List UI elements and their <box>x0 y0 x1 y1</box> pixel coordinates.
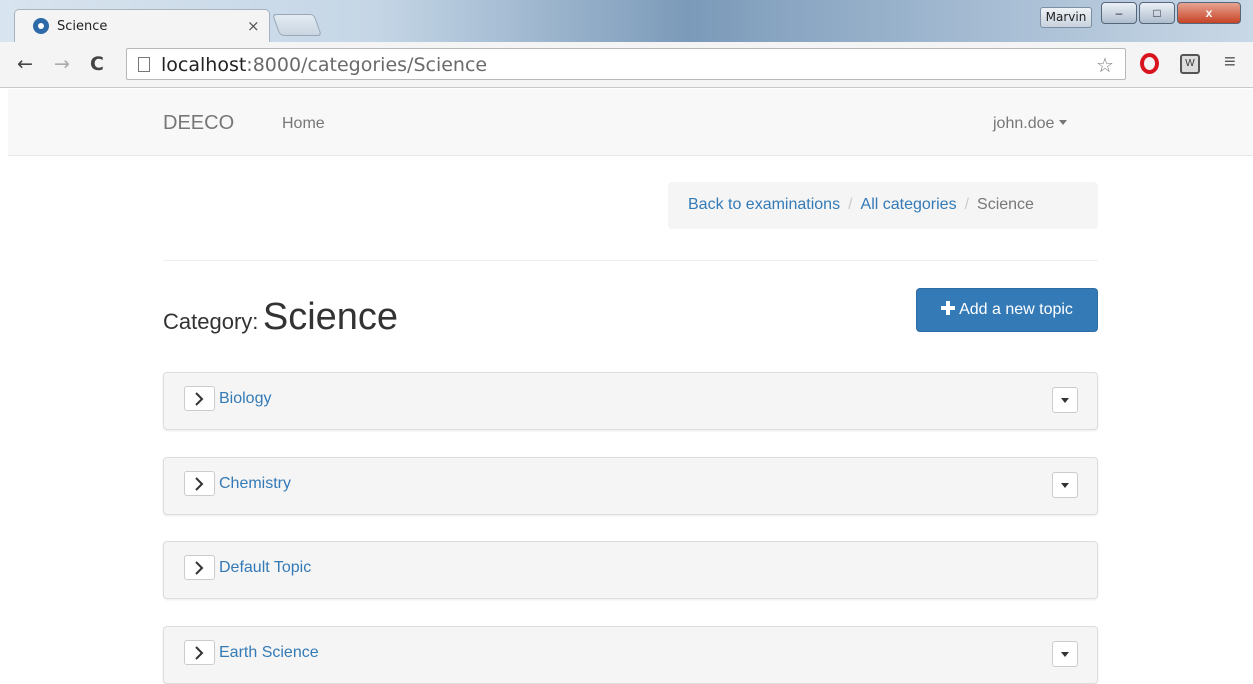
page-icon <box>138 57 150 72</box>
maximize-button[interactable]: □ <box>1139 2 1175 24</box>
browser-toolbar: ← → C localhost:8000/categories/Science <box>0 42 1253 88</box>
add-topic-button[interactable]: Add a new topic <box>916 288 1098 332</box>
topic-panel: Chemistry <box>163 457 1098 515</box>
topic-menu-button[interactable] <box>1052 641 1078 667</box>
chevron-right-icon <box>195 646 204 660</box>
breadcrumb-separator: / <box>848 196 853 213</box>
topic-menu-button[interactable] <box>1052 387 1078 413</box>
expand-button[interactable] <box>184 471 215 496</box>
breadcrumb-separator: / <box>964 196 970 213</box>
caret-down-icon <box>1059 120 1068 125</box>
caret-down-icon <box>1061 398 1069 403</box>
minimize-button[interactable]: – <box>1101 2 1137 24</box>
forward-arrow-icon[interactable]: → <box>54 53 70 75</box>
breadcrumb-categories-link[interactable]: All categories <box>861 196 957 213</box>
chrome-menu-icon[interactable]: ≡ <box>1224 51 1236 74</box>
breadcrumb: Back to examinations / All categories / Scie… <box>668 182 1098 229</box>
profile-button[interactable]: Marvin <box>1040 7 1092 28</box>
page-title-name: Science <box>262 296 399 338</box>
bookmark-star-icon[interactable]: ☆ <box>1096 53 1114 78</box>
topic-link[interactable]: Earth Science <box>219 644 319 662</box>
tab-title: Science <box>57 19 108 34</box>
divider <box>163 260 1098 261</box>
topic-link[interactable]: Chemistry <box>219 475 291 493</box>
breadcrumb-examinations-link[interactable]: Back to examinations <box>688 196 840 213</box>
expand-button[interactable] <box>184 386 215 411</box>
app-navbar: DEECO Home john.doe <box>8 89 1253 156</box>
nav-home-link[interactable]: Home <box>282 115 325 133</box>
topic-link[interactable]: Default Topic <box>219 559 311 577</box>
page-title-label: Category: <box>163 309 259 334</box>
topic-menu-button[interactable] <box>1052 472 1078 498</box>
new-tab-button[interactable] <box>271 14 323 36</box>
brand-link[interactable]: DEECO <box>163 112 234 135</box>
back-arrow-icon[interactable]: ← <box>17 53 33 75</box>
url-text: localhost:8000/categories/Science <box>161 54 488 76</box>
extension-icon[interactable]: W <box>1180 54 1200 74</box>
chevron-right-icon <box>195 392 204 406</box>
expand-button[interactable] <box>184 555 215 580</box>
address-bar[interactable]: localhost:8000/categories/Science <box>126 48 1126 80</box>
page-title: Category: Science <box>163 296 398 339</box>
topic-panel: Default Topic <box>163 541 1098 599</box>
caret-down-icon <box>1061 652 1069 657</box>
reload-icon[interactable]: C <box>90 53 104 75</box>
topic-panel: Earth Science <box>163 626 1098 684</box>
browser-tab[interactable]: Science × <box>14 9 270 43</box>
topic-link[interactable]: Biology <box>219 390 271 408</box>
expand-button[interactable] <box>184 640 215 665</box>
caret-down-icon <box>1061 483 1069 488</box>
tab-close-icon[interactable]: × <box>247 17 260 35</box>
breadcrumb-current: Science <box>977 196 1034 213</box>
chevron-right-icon <box>195 477 204 491</box>
close-window-button[interactable]: x <box>1177 2 1241 24</box>
user-dropdown[interactable]: john.doe <box>993 115 1068 133</box>
chevron-right-icon <box>195 561 204 575</box>
site-favicon-icon <box>33 18 49 34</box>
user-name: john.doe <box>993 115 1055 132</box>
opera-extension-icon[interactable] <box>1140 53 1159 74</box>
topic-panel: Biology <box>163 372 1098 430</box>
add-topic-label: Add a new topic <box>959 301 1073 318</box>
browser-titlebar: Science × Marvin – □ x <box>0 0 1253 43</box>
plus-icon <box>941 301 956 315</box>
